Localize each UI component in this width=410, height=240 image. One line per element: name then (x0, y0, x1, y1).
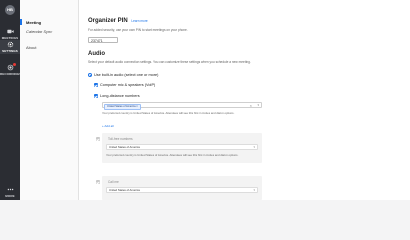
chevron-down-icon: ▾ (253, 145, 255, 149)
more-dots-icon (7, 188, 13, 191)
rail-label-recordings: RECORDINGS (0, 72, 22, 76)
toll-free-selector[interactable]: United States of America ▾ (106, 144, 258, 150)
organizer-pin-description: For added security, use your own PIN to … (88, 28, 188, 32)
notification-badge (13, 63, 16, 66)
rail-item-meetings[interactable]: MEETINGS (0, 28, 20, 40)
call-me-checkbox[interactable] (96, 180, 100, 184)
rail-item-more[interactable]: MORE (0, 186, 20, 198)
video-camera-icon (6, 29, 14, 34)
toll-free-panel: Toll-free numbers United States of Ameri… (96, 133, 262, 163)
toll-free-note: Your preferred country is United States … (106, 153, 239, 157)
audio-title: Audio (88, 51, 105, 57)
preferred-country-note: Your preferred country is United States … (102, 111, 235, 115)
toll-free-checkbox[interactable] (96, 137, 100, 141)
rail-item-recordings[interactable]: RECORDINGS (0, 63, 22, 76)
call-me-panel: Call me United States of America ▾ (96, 176, 262, 200)
nav-item-about[interactable]: About (26, 45, 36, 50)
call-me-title: Call me (108, 180, 119, 184)
built-in-audio-radio[interactable] (88, 73, 92, 77)
organizer-pin-title: Organizer PIN Learn more (88, 18, 148, 24)
remove-tag-icon[interactable]: × (136, 105, 138, 108)
rail-label-more: MORE (5, 194, 15, 198)
rail-label-settings: SETTINGS (2, 49, 18, 53)
country-selector[interactable]: United States of America × × ▾ (102, 102, 262, 110)
country-tag: United States of America × (104, 103, 141, 110)
chevron-down-icon: ▾ (253, 188, 255, 192)
built-in-audio-label: Use built-in audio (select one or more) (94, 73, 159, 77)
rail-item-settings[interactable]: SETTINGS (0, 40, 20, 54)
avatar[interactable]: HB (5, 5, 15, 15)
toll-free-title: Toll-free numbers (108, 137, 133, 141)
nav-item-meeting[interactable]: Meeting (19, 19, 41, 25)
settings-side-nav: Meeting Calendar Sync About (19, 0, 79, 200)
gear-icon (7, 41, 13, 48)
long-distance-checkbox[interactable] (94, 94, 98, 98)
chevron-down-icon[interactable]: ▾ (257, 103, 259, 108)
organizer-pin-input[interactable]: 237471 (88, 37, 118, 43)
voip-checkbox[interactable] (94, 83, 98, 87)
long-distance-label: Long-distance numbers (100, 94, 140, 98)
main-settings-panel: Organizer PIN Learn more For added secur… (79, 0, 410, 200)
left-rail: HB MEETINGS SETTINGS RECORDINGS MORE (0, 0, 22, 200)
call-me-selector[interactable]: United States of America ▾ (106, 187, 258, 193)
learn-more-link[interactable]: Learn more (131, 19, 147, 23)
audio-description: Select your default audio connection set… (88, 60, 251, 64)
clear-icon[interactable]: × (250, 103, 252, 108)
nav-item-calendar-sync[interactable]: Calendar Sync (26, 29, 52, 34)
voip-label: Computer mic & speakers (VoIP) (100, 83, 156, 87)
add-all-link[interactable]: + Add all (102, 124, 114, 128)
